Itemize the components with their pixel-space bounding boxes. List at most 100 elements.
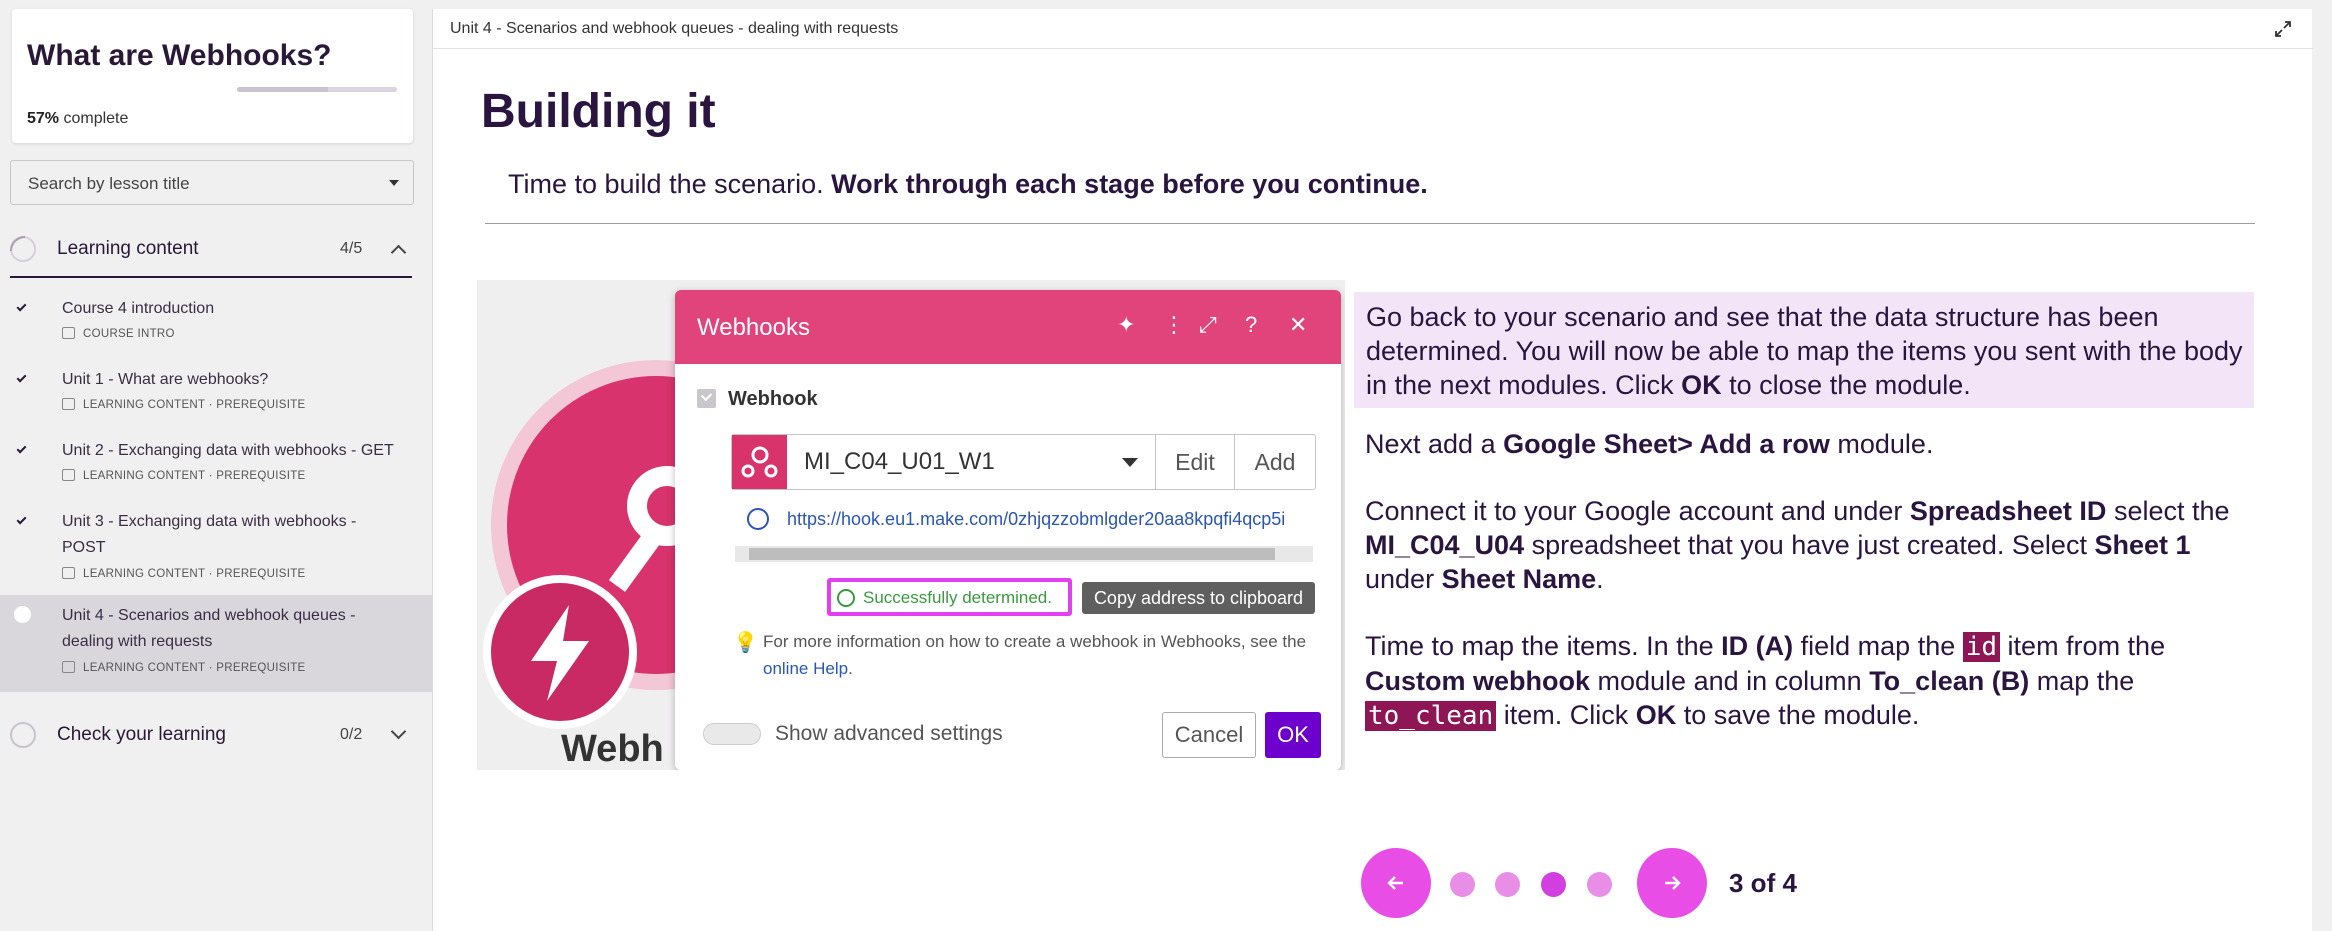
lesson-meta-text: LEARNING CONTENT · PREREQUISITE	[83, 568, 306, 580]
lesson-item[interactable]: Course 4 introduction COURSE INTRO	[0, 290, 432, 348]
progress-ring-icon	[10, 236, 36, 262]
bolt-icon	[483, 575, 637, 729]
step-highlight-text: Go back to your scenario and see that th…	[1354, 292, 2254, 408]
dialog-title: Webhooks	[697, 314, 810, 341]
webhook-url[interactable]: https://hook.eu1.make.com/0zhjqzzobmlgde…	[787, 509, 1317, 530]
lesson-item[interactable]: Unit 2 - Exchanging data with webhooks -…	[0, 432, 432, 490]
lesson-meta-text: COURSE INTRO	[83, 328, 175, 340]
text-bold: Google Sheet> Add a row	[1503, 429, 1830, 459]
webhook-select[interactable]: MI_C04_U01_W1	[731, 434, 1157, 490]
lesson-item[interactable]: Unit 1 - What are webhooks? LEARNING CON…	[0, 361, 432, 419]
slides-icon	[62, 567, 75, 579]
help-info-body: For more information on how to create a …	[763, 632, 1307, 651]
page-subtitle: Time to build the scenario. Work through…	[508, 169, 1428, 200]
lesson-meta: COURSE INTRO	[62, 327, 175, 340]
lesson-topbar: Unit 4 - Scenarios and webhook queues - …	[433, 9, 2313, 49]
advanced-settings-label: Show advanced settings	[775, 722, 1003, 745]
progress-fill	[237, 87, 329, 92]
horizontal-scrollbar[interactable]	[735, 546, 1313, 562]
step-dot[interactable]	[1587, 872, 1612, 897]
help-info-end: .	[848, 659, 853, 678]
status-badge: Successfully determined.	[827, 578, 1072, 616]
advanced-settings-toggle[interactable]	[703, 723, 761, 745]
section-label: Learning content	[57, 238, 199, 259]
arrow-left-icon	[1387, 876, 1403, 890]
ok-button[interactable]: OK	[1265, 712, 1321, 758]
edit-button[interactable]: Edit	[1155, 434, 1235, 490]
text-span: Connect it to your Google account and un…	[1365, 496, 1910, 526]
globe-icon	[747, 508, 769, 530]
online-help-link[interactable]: online Help	[763, 659, 848, 678]
section-label: Check your learning	[57, 724, 226, 745]
lesson-meta: LEARNING CONTENT · PREREQUISITE	[62, 469, 306, 482]
lesson-item[interactable]: Unit 3 - Exchanging data with webhooks -…	[0, 503, 432, 589]
lesson-meta-text: LEARNING CONTENT · PREREQUISITE	[83, 662, 306, 674]
expand-icon[interactable]: ⤢	[1199, 312, 1217, 338]
page-title: Building it	[481, 85, 716, 138]
check-icon	[16, 514, 27, 525]
lesson-title: Course 4 introduction	[62, 300, 215, 317]
previous-step-button[interactable]	[1361, 848, 1431, 918]
section-count: 0/2	[340, 726, 363, 743]
text-span: module.	[1829, 429, 1934, 459]
add-button[interactable]: Add	[1234, 434, 1316, 490]
lesson-title: Unit 2 - Exchanging data with webhooks -…	[62, 442, 394, 459]
lesson-meta: LEARNING CONTENT · PREREQUISITE	[62, 567, 306, 580]
checkbox-icon[interactable]	[697, 389, 716, 408]
close-icon[interactable]: ✕	[1289, 312, 1307, 338]
arrow-right-icon	[1665, 876, 1681, 890]
step-paragraph: Time to map the items. In the ID (A) fie…	[1365, 629, 2265, 733]
step-dot-current[interactable]	[1541, 872, 1566, 897]
text-bold: Sheet 1	[2094, 530, 2191, 560]
text-bold: Sheet Name	[1441, 564, 1597, 594]
subtitle-bold: Work through each stage before you conti…	[831, 169, 1428, 199]
cancel-button[interactable]: Cancel	[1162, 712, 1256, 758]
lightbulb-icon: 💡	[733, 632, 758, 654]
lesson-title: Unit 4 - Scenarios and webhook queues - …	[62, 607, 356, 650]
text-bold: OK	[1681, 370, 1722, 400]
step-dot[interactable]	[1495, 872, 1520, 897]
text-span: spreadsheet that you have just created. …	[1524, 530, 2095, 560]
lesson-meta-text: LEARNING CONTENT · PREREQUISITE	[83, 470, 306, 482]
section-learning-content[interactable]: Learning content 4/5	[0, 216, 432, 276]
slides-icon	[62, 469, 75, 481]
text-span: item from the	[2000, 631, 2166, 661]
breadcrumb: Unit 4 - Scenarios and webhook queues - …	[450, 20, 899, 37]
lesson-meta-text: LEARNING CONTENT · PREREQUISITE	[83, 399, 306, 411]
copy-address-button[interactable]: Copy address to clipboard	[1082, 582, 1315, 614]
text-bold: ID (A)	[1721, 631, 1794, 661]
check-icon	[16, 372, 27, 383]
lesson-item-active[interactable]: Unit 4 - Scenarios and webhook queues - …	[0, 595, 432, 692]
course-card: What are Webhooks? 57% complete	[12, 9, 413, 143]
scrollbar-thumb[interactable]	[749, 548, 1275, 560]
lesson-title: Unit 3 - Exchanging data with webhooks -…	[62, 513, 357, 556]
lesson-title: Unit 1 - What are webhooks?	[62, 371, 269, 388]
help-icon[interactable]: ?	[1245, 312, 1257, 338]
text-span: .	[1596, 564, 1604, 594]
step-dot[interactable]	[1450, 872, 1475, 897]
webhook-icon	[732, 435, 787, 489]
next-step-button[interactable]	[1637, 848, 1707, 918]
chevron-up-icon[interactable]	[390, 244, 407, 261]
chevron-down-icon	[1122, 458, 1138, 467]
text-bold: Spreadsheet ID	[1909, 496, 2107, 526]
step-counter: 3 of 4	[1729, 868, 1797, 898]
text-bold: OK	[1635, 700, 1677, 730]
text-span: select the	[2106, 496, 2230, 526]
dialog-header: Webhooks ✦ ⋮ ⤢ ? ✕	[675, 290, 1341, 364]
search-placeholder: Search by lesson title	[28, 174, 190, 193]
course-title: What are Webhooks?	[27, 39, 332, 72]
lesson-meta: LEARNING CONTENT · PREREQUISITE	[62, 398, 306, 411]
text-span: Next add a	[1365, 429, 1504, 459]
lesson-search-dropdown[interactable]: Search by lesson title	[10, 160, 414, 205]
chevron-down-icon[interactable]	[390, 723, 407, 740]
step-paragraph: Connect it to your Google account and un…	[1365, 494, 2265, 596]
section-check-your-learning[interactable]: Check your learning 0/2	[0, 702, 432, 762]
text-span: field map the	[1793, 631, 1963, 661]
text-span: to save the module.	[1676, 700, 1920, 730]
expand-icon[interactable]	[2273, 19, 2293, 39]
step-screenshot: Webh Webhooks ✦ ⋮ ⤢ ? ✕ Webhook MI_C04_U…	[477, 280, 1345, 770]
selected-webhook: MI_C04_U01_W1	[804, 448, 995, 475]
sparkle-icon[interactable]: ✦	[1117, 312, 1135, 338]
more-vertical-icon[interactable]: ⋮	[1163, 312, 1185, 338]
